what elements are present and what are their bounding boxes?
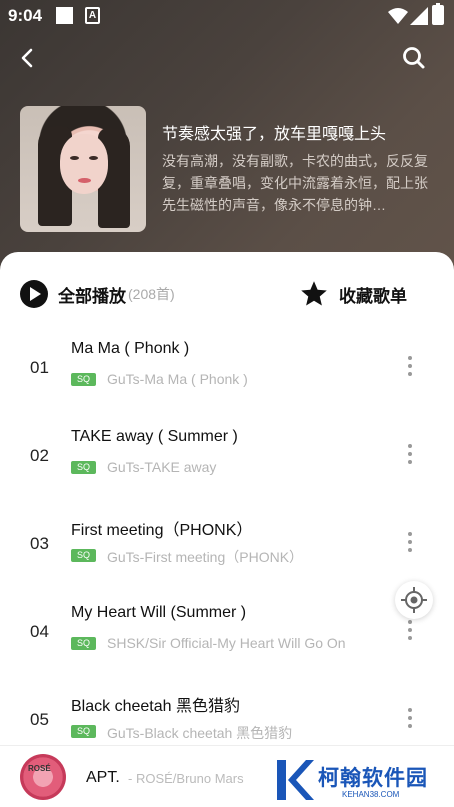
collect-playlist-button[interactable]: 收藏歌单 [299,279,407,309]
more-vertical-icon[interactable] [400,704,420,732]
locate-current-song-button[interactable] [395,581,433,619]
quality-badge: SQ [71,637,96,650]
collect-label: 收藏歌单 [339,286,407,306]
play-circle-icon [20,280,48,308]
quality-badge: SQ [71,373,96,386]
song-number: 03 [30,534,49,553]
mini-player-artist: - ROSÉ/Bruno Mars [128,771,244,786]
song-artist-album: SHSK/Sir Official-My Heart Will Go On [107,635,346,651]
cover-art-detail [89,156,98,160]
song-number: 02 [30,446,49,465]
song-artist-album: GuTs-First meeting（PHONK） [107,549,304,565]
song-row[interactable]: 04 My Heart Will (Summer ) SQ SHSK/Sir O… [0,590,454,678]
signal-icon [410,7,428,25]
song-title: First meeting（PHONK） [71,522,253,539]
status-bar: 9:04 A [0,0,454,34]
song-title: Ma Ma ( Phonk ) [71,340,190,357]
song-row[interactable]: 03 First meeting（PHONK） SQ GuTs-First me… [0,502,454,590]
quality-badge: SQ [71,549,96,562]
song-artist-album: GuTs-Black cheetah 黑色猎豹 [107,725,293,741]
song-number: 04 [30,622,49,641]
playlist-description[interactable]: 没有高潮，没有副歌，卡农的曲式，反反复复，重章叠唱，变化中流露着永恒，配上张先生… [162,150,438,216]
song-artist-album: GuTs-Ma Ma ( Phonk ) [107,371,248,387]
playlist-title: 节奏感太强了，放车里嘎嘎上头 [162,126,387,143]
locate-icon [401,587,427,613]
song-title: Black cheetah 黑色猎豹 [71,698,240,715]
song-row[interactable]: 02 TAKE away ( Summer ) SQ GuTs-TAKE awa… [0,414,454,502]
play-all-button[interactable]: 全部播放 (208首) [20,280,175,308]
song-number: 01 [30,358,49,377]
more-vertical-icon[interactable] [400,616,420,644]
watermark-logo: 柯翰软件园 KEHAN38.COM [274,756,444,806]
back-button[interactable] [14,44,42,72]
song-count: (208首) [128,286,175,302]
battery-icon [432,3,444,25]
mini-player-cover[interactable] [20,754,66,800]
playlist-cover[interactable] [20,106,146,232]
quality-badge: SQ [71,725,96,738]
song-artist-album: GuTs-TAKE away [107,459,217,475]
watermark-k-icon [277,760,314,800]
search-button[interactable] [400,44,428,72]
song-title: TAKE away ( Summer ) [71,428,238,445]
quality-badge: SQ [71,461,96,474]
cover-art-detail [78,178,91,183]
play-all-label: 全部播放 [58,286,126,306]
more-vertical-icon[interactable] [400,440,420,468]
wifi-icon [388,8,408,24]
cover-art-detail [70,156,79,160]
search-icon [403,47,425,69]
mini-cover-text: ROSÉ [28,764,51,773]
notification-square-icon [56,7,73,24]
song-list-sheet: 全部播放 (208首) 收藏歌单 01 Ma Ma ( Phonk ) SQ G… [0,252,454,807]
song-number: 05 [30,710,49,729]
song-title: My Heart Will (Summer ) [71,604,247,621]
notification-a-icon: A [85,7,100,24]
watermark-brand: 柯翰软件园 [318,767,428,790]
mini-player-title: APT. [86,769,120,786]
more-vertical-icon[interactable] [400,352,420,380]
song-row[interactable]: 01 Ma Ma ( Phonk ) SQ GuTs-Ma Ma ( Phonk… [0,326,454,414]
watermark-url: KEHAN38.COM [342,790,400,799]
cover-art-detail [60,134,108,194]
status-time: 9:04 [8,6,43,25]
more-vertical-icon[interactable] [400,528,420,556]
star-icon [301,281,327,306]
back-icon [21,48,33,68]
